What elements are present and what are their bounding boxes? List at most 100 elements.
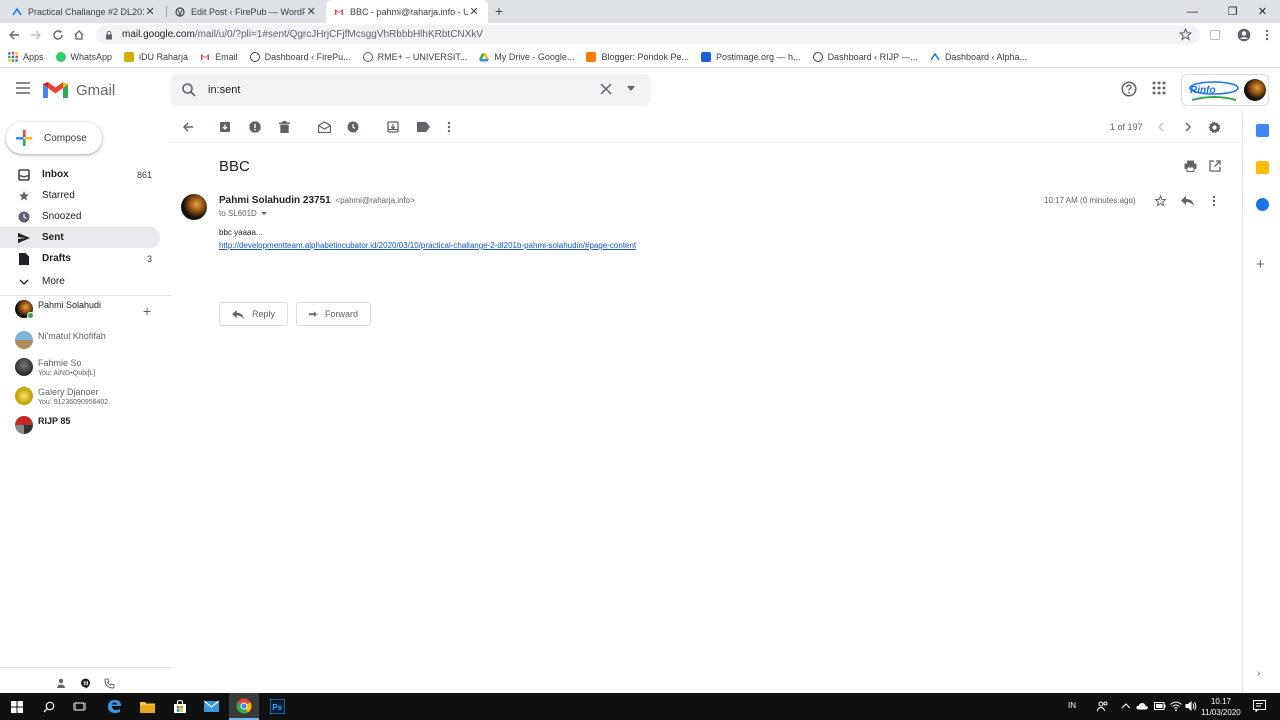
people-icon[interactable]: [1097, 700, 1109, 712]
back-to-list-icon[interactable]: [181, 120, 195, 134]
report-spam-icon[interactable]: [248, 120, 262, 134]
new-tab-icon[interactable]: +: [491, 3, 507, 19]
google-apps-icon[interactable]: [1152, 81, 1166, 95]
taskbar-search-icon[interactable]: [40, 698, 57, 715]
settings-gear-icon[interactable]: [1207, 120, 1221, 134]
close-tab-icon[interactable]: ✕: [144, 6, 156, 18]
search-icon[interactable]: [181, 82, 197, 98]
recipient-details-icon[interactable]: [260, 212, 267, 215]
close-tab-icon[interactable]: ✕: [305, 6, 317, 18]
windows-start-icon[interactable]: [8, 698, 25, 715]
bookmark-blogger[interactable]: Blogger: Pondok Pe...: [586, 51, 689, 62]
message-more-icon[interactable]: [1212, 195, 1216, 207]
hangouts-group[interactable]: RIJP 85: [15, 416, 70, 434]
hangouts-contact[interactable]: Ni'matul Khofifah: [15, 331, 106, 349]
bookmark-dashboard-rijp[interactable]: Dashboard ‹ RIJP —...: [812, 51, 918, 62]
hangouts-self[interactable]: Pahmi Solahudi: [15, 300, 101, 319]
bookmark-whatsapp[interactable]: WhatsApp: [55, 51, 112, 62]
hangouts-icon[interactable]: [80, 678, 91, 689]
reply-button[interactable]: Reply: [219, 302, 288, 326]
bookmark-dashboard-alpha[interactable]: Dashboard ‹ Alpha...: [930, 52, 1027, 62]
browser-tab-1[interactable]: Practical Challange #2 DL201B – ✕: [4, 0, 164, 23]
profile-icon[interactable]: [1236, 27, 1252, 43]
account-switcher[interactable]: Rinfo: [1181, 74, 1269, 106]
browser-tab-2[interactable]: Edit Post ‹ FirePub — WordPress ✕: [167, 0, 325, 23]
nav-drafts[interactable]: Drafts 3: [0, 248, 160, 269]
mail-app-icon[interactable]: [203, 698, 220, 715]
action-center-icon[interactable]: [1253, 700, 1266, 712]
print-icon[interactable]: [1184, 160, 1197, 172]
show-side-panel-icon[interactable]: ›: [1257, 668, 1260, 679]
forward-icon[interactable]: [28, 27, 44, 43]
minimize-icon[interactable]: —: [1175, 0, 1210, 23]
label-icon[interactable]: [416, 120, 430, 134]
battery-icon[interactable]: [1154, 701, 1166, 711]
back-icon[interactable]: [6, 27, 22, 43]
person-icon[interactable]: [56, 678, 66, 688]
snooze-icon[interactable]: [346, 120, 360, 134]
tasks-icon[interactable]: [1256, 198, 1269, 211]
show-hidden-icons-icon[interactable]: [1121, 702, 1131, 710]
search-options-icon[interactable]: [627, 86, 635, 92]
bookmark-my-drive[interactable]: My Drive - Google...: [479, 52, 574, 62]
chrome-taskbar-icon[interactable]: [229, 693, 259, 720]
store-icon[interactable]: [171, 698, 188, 715]
bookmark-postimage[interactable]: Postimage.org — h...: [701, 51, 801, 62]
home-icon[interactable]: [71, 27, 87, 43]
bookmark-apps[interactable]: Apps: [8, 51, 44, 62]
nav-snoozed[interactable]: Snoozed: [0, 206, 160, 227]
close-window-icon[interactable]: ✕: [1245, 0, 1280, 23]
close-tab-icon[interactable]: ✕: [468, 6, 480, 18]
older-icon[interactable]: [1181, 120, 1195, 134]
keep-icon[interactable]: [1256, 161, 1269, 174]
hangouts-contact[interactable]: Fahmie So You: AING•Qubi[L]: [15, 358, 95, 379]
nav-inbox[interactable]: Inbox 861: [0, 164, 160, 185]
volume-icon[interactable]: [1185, 700, 1197, 712]
newer-icon[interactable]: [1154, 120, 1168, 134]
help-icon[interactable]: [1121, 81, 1137, 97]
phone-icon[interactable]: [104, 678, 115, 689]
onedrive-icon[interactable]: [1136, 702, 1148, 710]
bookmark-rme[interactable]: RME+ – UNIVERSIT...: [362, 51, 467, 62]
clear-search-icon[interactable]: [600, 83, 612, 95]
hangouts-contact[interactable]: Galery Djanoer You: 91236090956402: [15, 387, 108, 408]
bookmark-dashboard-firepub[interactable]: Dashboard ‹ FirePu...: [249, 51, 351, 62]
delete-icon[interactable]: [277, 120, 291, 134]
nav-sent[interactable]: Sent: [0, 227, 160, 248]
mark-unread-icon[interactable]: [317, 120, 331, 134]
search-bar[interactable]: [171, 74, 651, 106]
main-menu-icon[interactable]: [16, 82, 30, 94]
photoshop-icon[interactable]: Ps: [269, 698, 286, 715]
move-to-icon[interactable]: [386, 120, 400, 134]
extension-icon[interactable]: [1207, 27, 1223, 43]
address-bar[interactable]: mail.google.com/mail/u/0/?pli=1#sent/Qgr…: [96, 25, 1200, 44]
input-language[interactable]: IN: [1068, 701, 1076, 710]
edge-icon[interactable]: [106, 698, 123, 715]
reload-icon[interactable]: [50, 27, 66, 43]
browser-menu-icon[interactable]: [1259, 27, 1275, 43]
add-contact-icon[interactable]: +: [143, 303, 151, 319]
nav-more[interactable]: More: [0, 271, 160, 292]
message-body-link[interactable]: http://developmentteam.alphabetincubator…: [219, 241, 636, 250]
compose-button[interactable]: Compose: [6, 122, 102, 154]
task-view-icon[interactable]: [71, 698, 88, 715]
sender-name[interactable]: Pahmi Solahudin 23751: [219, 195, 331, 206]
bookmark-idu-raharja[interactable]: iDU Raharja: [124, 51, 188, 62]
archive-icon[interactable]: [218, 120, 232, 134]
open-new-window-icon[interactable]: [1209, 160, 1221, 172]
calendar-icon[interactable]: [1256, 124, 1269, 137]
get-addons-icon[interactable]: +: [1256, 256, 1265, 273]
more-actions-icon[interactable]: [442, 120, 456, 134]
bookmark-star-icon[interactable]: [1179, 28, 1192, 41]
recipient-line[interactable]: to SL601D: [219, 209, 267, 218]
nav-starred[interactable]: Starred: [0, 185, 160, 206]
forward-button[interactable]: Forward: [296, 302, 371, 326]
reply-icon[interactable]: [1181, 196, 1194, 206]
star-message-icon[interactable]: [1154, 195, 1167, 207]
wifi-icon[interactable]: [1170, 700, 1182, 712]
search-input[interactable]: [208, 81, 588, 99]
gmail-logo[interactable]: Gmail: [43, 81, 115, 99]
bookmark-email[interactable]: Email: [200, 52, 238, 62]
file-explorer-icon[interactable]: [139, 698, 156, 715]
browser-tab-3-active[interactable]: BBC - pahmi@raharja.info - Univ ✕: [326, 0, 488, 23]
